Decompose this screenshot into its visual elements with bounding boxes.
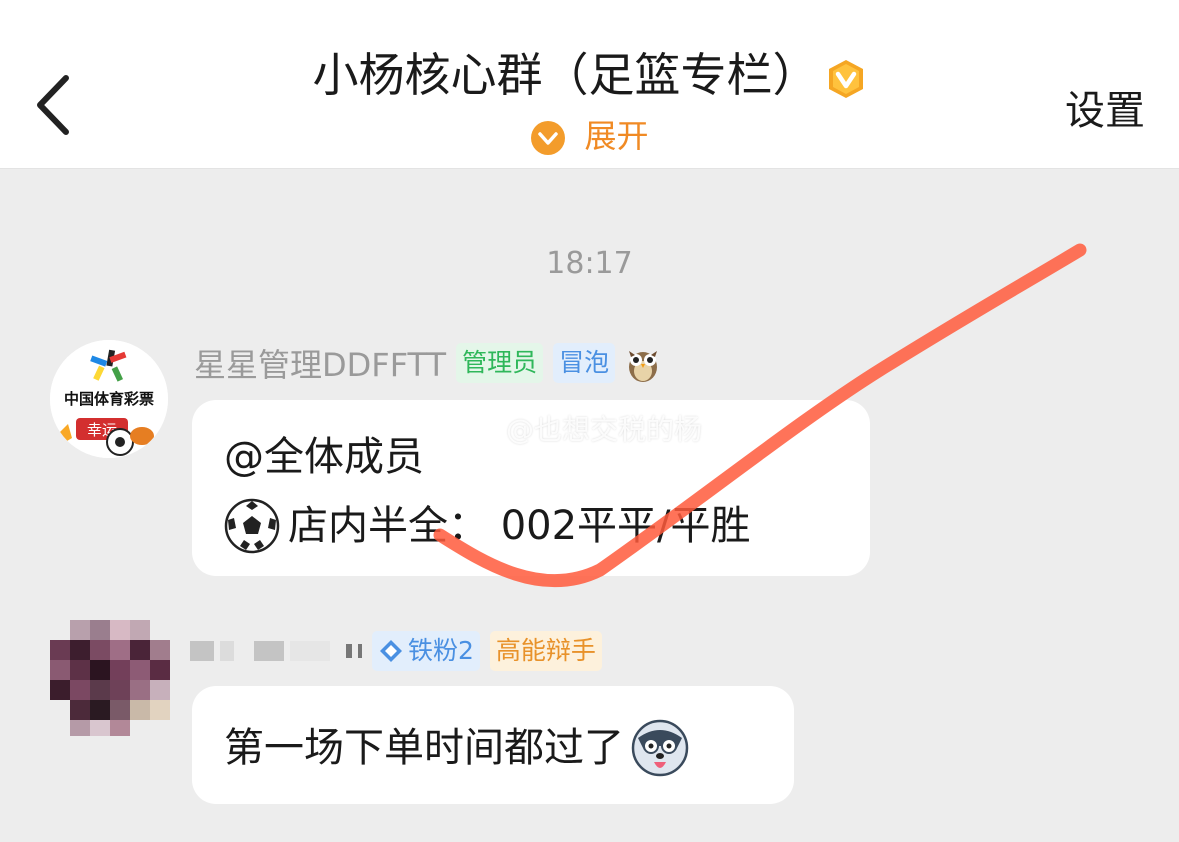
bubble-tag: 冒泡 <box>553 343 616 383</box>
message-bubble[interactable]: 第一场下单时间都过了 <box>192 686 794 804</box>
message-line: @全体成员 <box>224 434 424 480</box>
sender-name[interactable]: 星星管理DDFFTT <box>194 340 446 386</box>
sender-name-blurred[interactable] <box>190 641 362 661</box>
chevron-down-icon <box>531 121 566 155</box>
avatar[interactable] <box>50 620 172 736</box>
watermark: @也想交税的杨 <box>462 408 702 448</box>
message-line: 店内半全： 002平平/平胜 <box>224 496 751 556</box>
chat-header: 小杨核心群（足篮专栏） 展开 设置 <box>0 0 1179 169</box>
avatar[interactable]: 中国体育彩票 幸运 <box>50 340 168 458</box>
husky-emoji-icon <box>631 719 689 777</box>
weibo-logo-icon <box>462 415 497 443</box>
fan-level-tag: 铁粉2 <box>372 631 480 671</box>
expand-button[interactable]: 展开 <box>0 110 1179 162</box>
svg-text:中国体育彩票: 中国体育彩票 <box>64 390 154 408</box>
debater-tag: 高能辩手 <box>489 631 602 671</box>
soccer-ball-icon <box>224 498 280 554</box>
lottery-logo-icon: 中国体育彩票 幸运 <box>50 340 168 458</box>
diamond-icon <box>380 640 402 662</box>
sender-row: 铁粉2 高能辩手 <box>190 628 602 674</box>
admin-tag: 管理员 <box>456 343 544 383</box>
group-title-row: 小杨核心群（足篮专栏） <box>0 42 1179 108</box>
verified-badge-icon <box>828 59 863 98</box>
owl-icon <box>629 351 658 382</box>
sender-row: 星星管理DDFFTT 管理员 冒泡 <box>194 338 661 388</box>
group-title: 小杨核心群（足篮专栏） <box>312 48 819 102</box>
settings-button[interactable]: 设置 <box>1065 78 1145 136</box>
expand-label: 展开 <box>584 117 649 155</box>
pixelated-avatar-icon <box>50 620 172 736</box>
message-timestamp: 18:17 <box>546 246 633 281</box>
message-line: 第一场下单时间都过了 <box>224 718 690 778</box>
